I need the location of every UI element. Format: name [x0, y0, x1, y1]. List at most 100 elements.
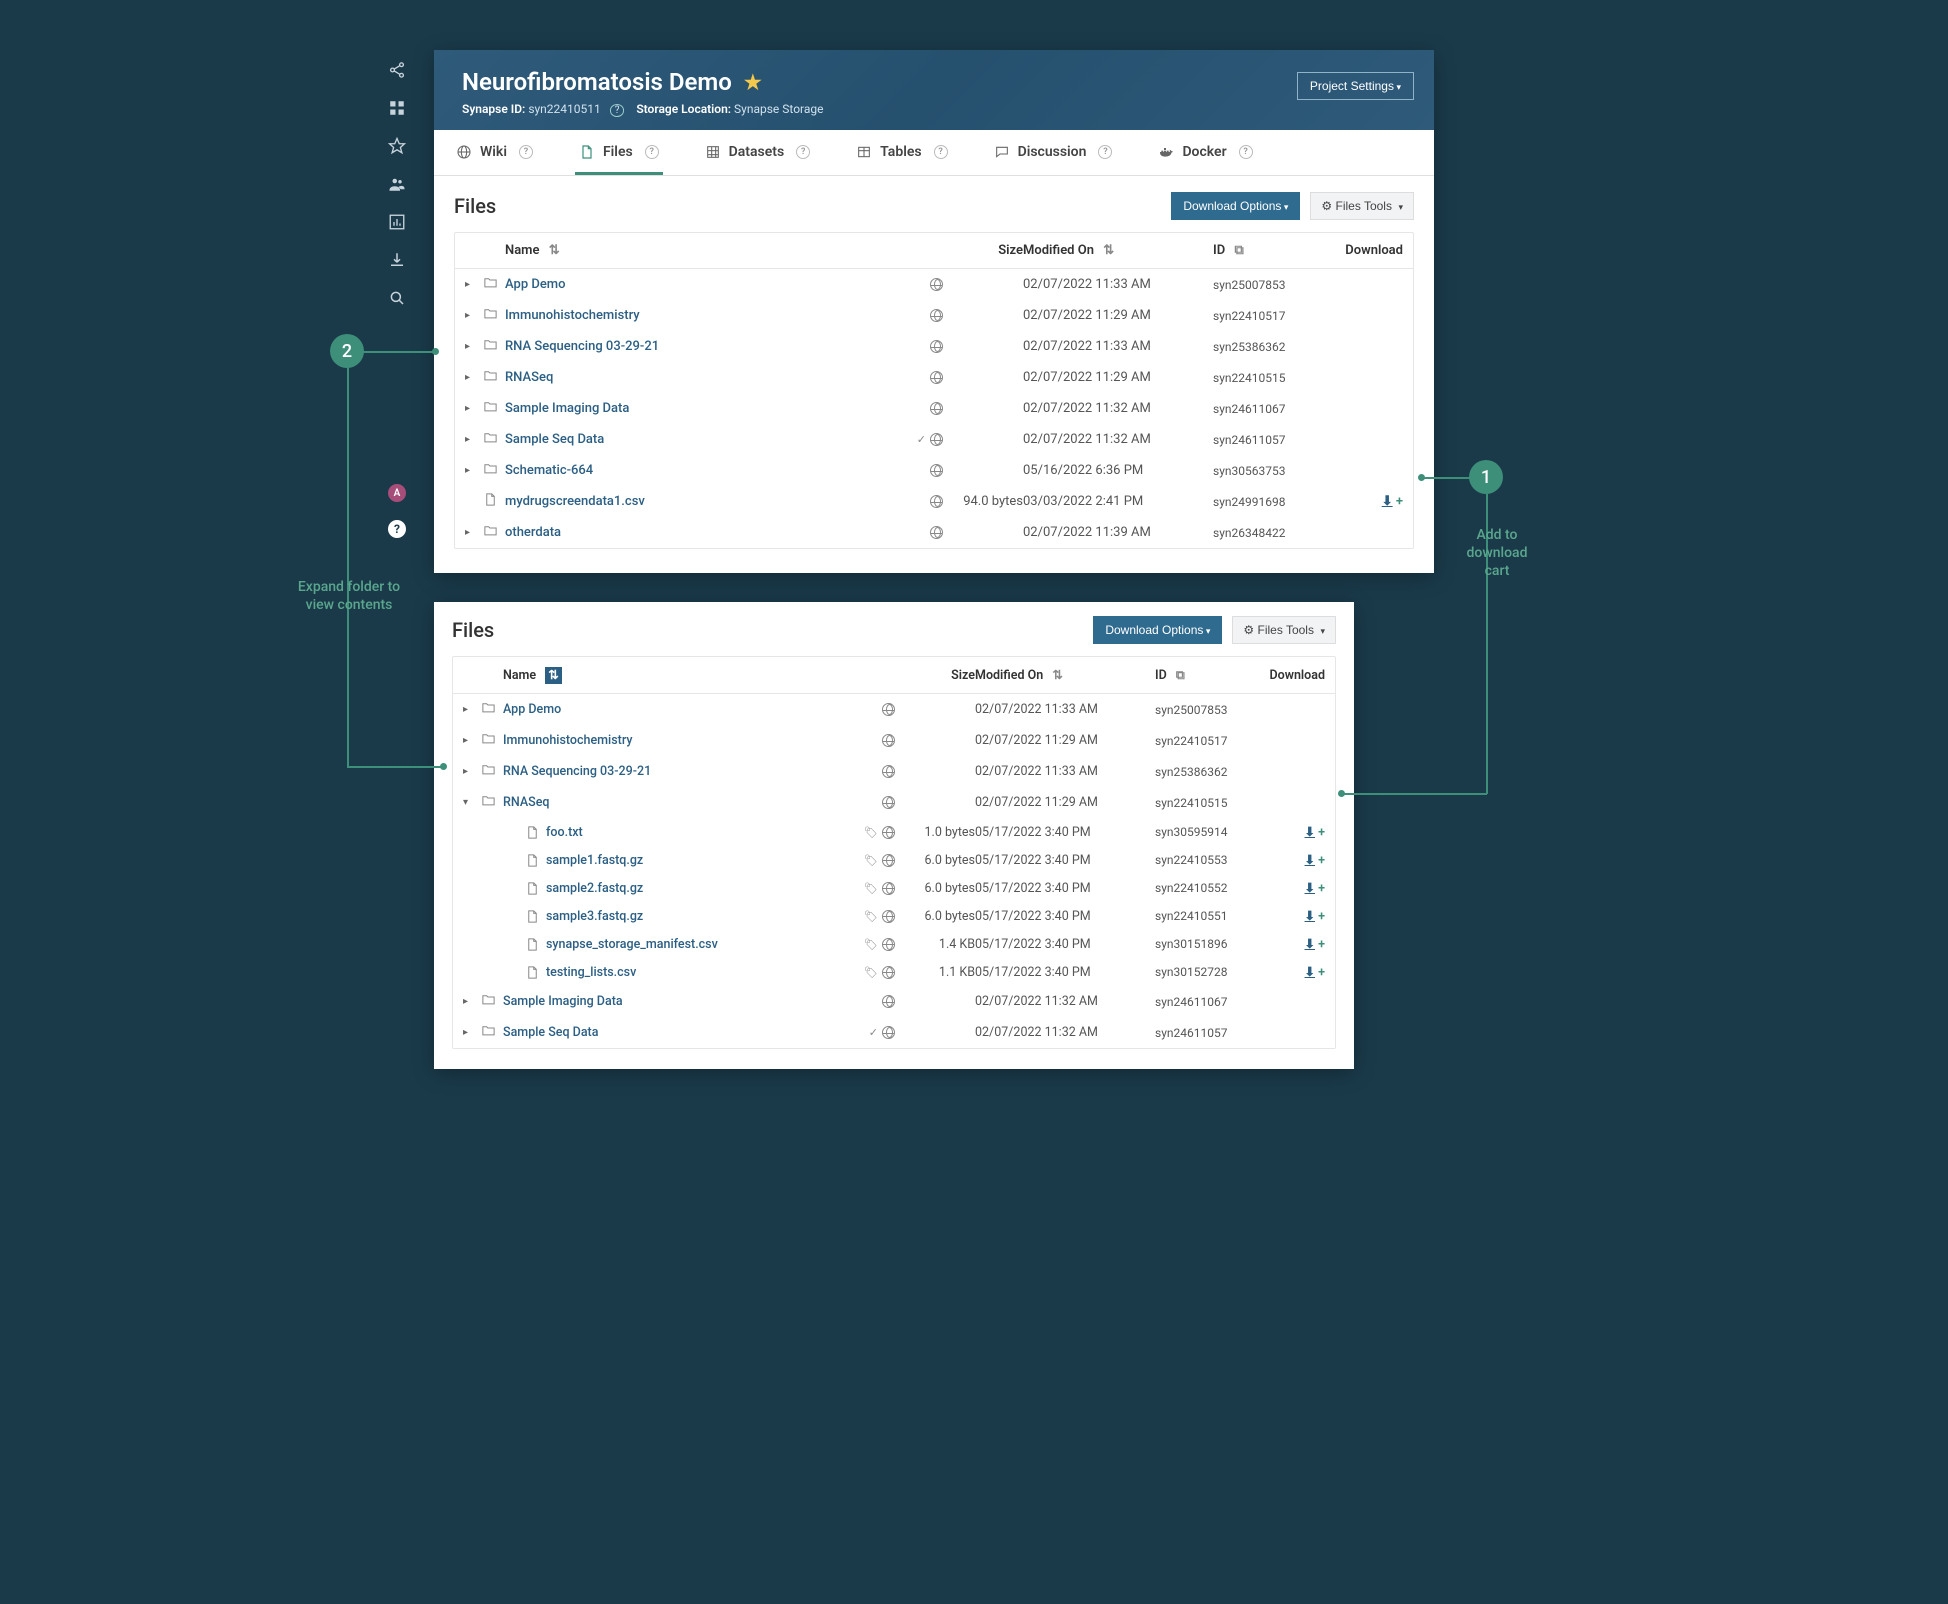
add-to-download-button[interactable]: ⬇ +: [1305, 881, 1325, 896]
sort-date-icon-2[interactable]: ⇅: [1052, 668, 1062, 683]
people-icon[interactable]: [387, 174, 407, 194]
item-name[interactable]: mydrugscreendata1.csv: [505, 494, 903, 509]
item-name[interactable]: App Demo: [505, 277, 903, 292]
tag-icon: 🏷: [864, 826, 878, 839]
folder-icon: [483, 523, 499, 542]
info-icon[interactable]: ?: [610, 104, 625, 117]
expand-icon[interactable]: ▸: [465, 310, 483, 321]
item-name[interactable]: RNA Sequencing 03-29-21: [505, 339, 903, 354]
public-icon: [882, 734, 895, 747]
modified-date: 02/07/2022 11:33 AM: [1023, 339, 1213, 354]
item-name[interactable]: foo.txt: [546, 825, 583, 840]
tab-datasets[interactable]: Datasets?: [701, 130, 815, 175]
copy-id-icon[interactable]: ⧉: [1234, 243, 1243, 258]
download-options-button[interactable]: Download Options: [1171, 192, 1300, 220]
public-icon: [882, 995, 895, 1008]
public-icon: [882, 1026, 895, 1039]
chart-icon[interactable]: [387, 212, 407, 232]
help-icon[interactable]: ?: [519, 145, 533, 159]
item-name[interactable]: Sample Seq Data: [503, 1025, 855, 1040]
modified-date: 02/07/2022 11:39 AM: [1023, 525, 1213, 540]
item-name[interactable]: Sample Imaging Data: [503, 994, 855, 1009]
folder-row: ▸Sample Seq Data✓02/07/2022 11:32 AMsyn2…: [453, 1017, 1335, 1048]
expand-icon[interactable]: ▸: [463, 1027, 481, 1038]
dashboard-icon[interactable]: [387, 98, 407, 118]
col-modified: Modified On: [1023, 243, 1094, 258]
help-icon[interactable]: ?: [645, 145, 659, 159]
folder-row: ▸RNA Sequencing 03-29-2102/07/2022 11:33…: [453, 756, 1335, 787]
add-to-download-button[interactable]: ⬇ +: [1305, 825, 1325, 840]
tab-docker[interactable]: Docker?: [1154, 130, 1256, 175]
add-to-download-button[interactable]: ⬇ +: [1305, 853, 1325, 868]
add-to-download-button[interactable]: ⬇ +: [1382, 494, 1403, 509]
download-options-button-2[interactable]: Download Options: [1093, 616, 1222, 644]
tab-discussion[interactable]: Discussion?: [990, 130, 1117, 175]
expand-icon[interactable]: ▸: [465, 372, 483, 383]
modified-date: 05/17/2022 3:40 PM: [975, 965, 1155, 980]
project-title: Neurofibromatosis Demo: [462, 68, 732, 96]
project-header: Neurofibromatosis Demo ★ Synapse ID: syn…: [434, 50, 1434, 130]
tab-tables[interactable]: Tables?: [852, 130, 951, 175]
tab-files[interactable]: Files?: [575, 130, 663, 175]
item-name[interactable]: otherdata: [505, 525, 903, 540]
item-name[interactable]: Sample Seq Data: [505, 432, 903, 447]
tab-wiki[interactable]: Wiki?: [452, 130, 537, 175]
expand-icon[interactable]: ▾: [463, 797, 481, 808]
help-icon[interactable]: ?: [796, 145, 810, 159]
public-icon: [930, 464, 943, 477]
item-name[interactable]: Immunohistochemistry: [505, 308, 903, 323]
item-name[interactable]: testing_lists.csv: [546, 965, 636, 980]
favorite-star-icon[interactable]: ★: [744, 70, 762, 94]
expand-icon[interactable]: ▸: [463, 735, 481, 746]
modified-date: 03/03/2022 2:41 PM: [1023, 494, 1213, 509]
expand-icon[interactable]: ▸: [463, 766, 481, 777]
expand-icon[interactable]: ▸: [465, 527, 483, 538]
add-to-download-button[interactable]: ⬇ +: [1305, 965, 1325, 980]
item-name[interactable]: Schematic-664: [505, 463, 903, 478]
add-to-download-button[interactable]: ⬇ +: [1305, 909, 1325, 924]
star-outline-icon[interactable]: [387, 136, 407, 156]
folder-row: ▸RNASeq02/07/2022 11:29 AMsyn22410515: [455, 362, 1413, 393]
public-icon: [882, 966, 895, 979]
sort-name-active-icon[interactable]: ⇅: [545, 667, 561, 684]
synapse-id: syn30563753: [1213, 464, 1323, 478]
files-tools-button-2[interactable]: ⚙ Files Tools: [1232, 616, 1336, 644]
download-nav-icon[interactable]: [387, 250, 407, 270]
project-settings-button[interactable]: Project Settings: [1297, 72, 1414, 100]
files-tools-button[interactable]: ⚙ Files Tools: [1310, 192, 1414, 220]
search-icon[interactable]: [387, 288, 407, 308]
synapse-id: syn24991698: [1213, 495, 1323, 509]
expand-icon[interactable]: ▸: [465, 341, 483, 352]
folder-icon: [483, 337, 499, 356]
expand-icon[interactable]: ▸: [463, 704, 481, 715]
expand-icon[interactable]: ▸: [465, 403, 483, 414]
expand-icon[interactable]: ▸: [465, 465, 483, 476]
file-size: 6.0 bytes: [895, 909, 975, 924]
item-name[interactable]: synapse_storage_manifest.csv: [546, 937, 718, 952]
item-name[interactable]: Immunohistochemistry: [503, 733, 855, 748]
item-name[interactable]: Sample Imaging Data: [505, 401, 903, 416]
sort-name-icon[interactable]: ⇅: [549, 243, 560, 258]
synapse-id: syn25007853: [1155, 703, 1255, 717]
share-icon[interactable]: [387, 60, 407, 80]
expand-icon[interactable]: ▸: [465, 434, 483, 445]
help-icon[interactable]: ?: [1098, 145, 1112, 159]
item-name[interactable]: RNASeq: [505, 370, 903, 385]
help-icon[interactable]: ?: [388, 520, 406, 538]
item-name[interactable]: App Demo: [503, 702, 855, 717]
sort-date-icon[interactable]: ⇅: [1103, 243, 1114, 258]
expand-icon[interactable]: ▸: [463, 996, 481, 1007]
avatar[interactable]: A: [388, 484, 406, 502]
folder-icon: [483, 306, 499, 325]
help-icon[interactable]: ?: [934, 145, 948, 159]
item-name[interactable]: RNASeq: [503, 795, 855, 810]
help-icon[interactable]: ?: [1239, 145, 1253, 159]
item-name[interactable]: sample3.fastq.gz: [546, 909, 643, 924]
copy-id-icon-2[interactable]: ⧉: [1176, 668, 1185, 683]
expand-icon[interactable]: ▸: [465, 279, 483, 290]
add-to-download-button[interactable]: ⬇ +: [1305, 937, 1325, 952]
item-name[interactable]: sample2.fastq.gz: [546, 881, 643, 896]
callout-2-label: Expand folder to view contents: [284, 578, 414, 614]
item-name[interactable]: RNA Sequencing 03-29-21: [503, 764, 855, 779]
item-name[interactable]: sample1.fastq.gz: [546, 853, 643, 868]
